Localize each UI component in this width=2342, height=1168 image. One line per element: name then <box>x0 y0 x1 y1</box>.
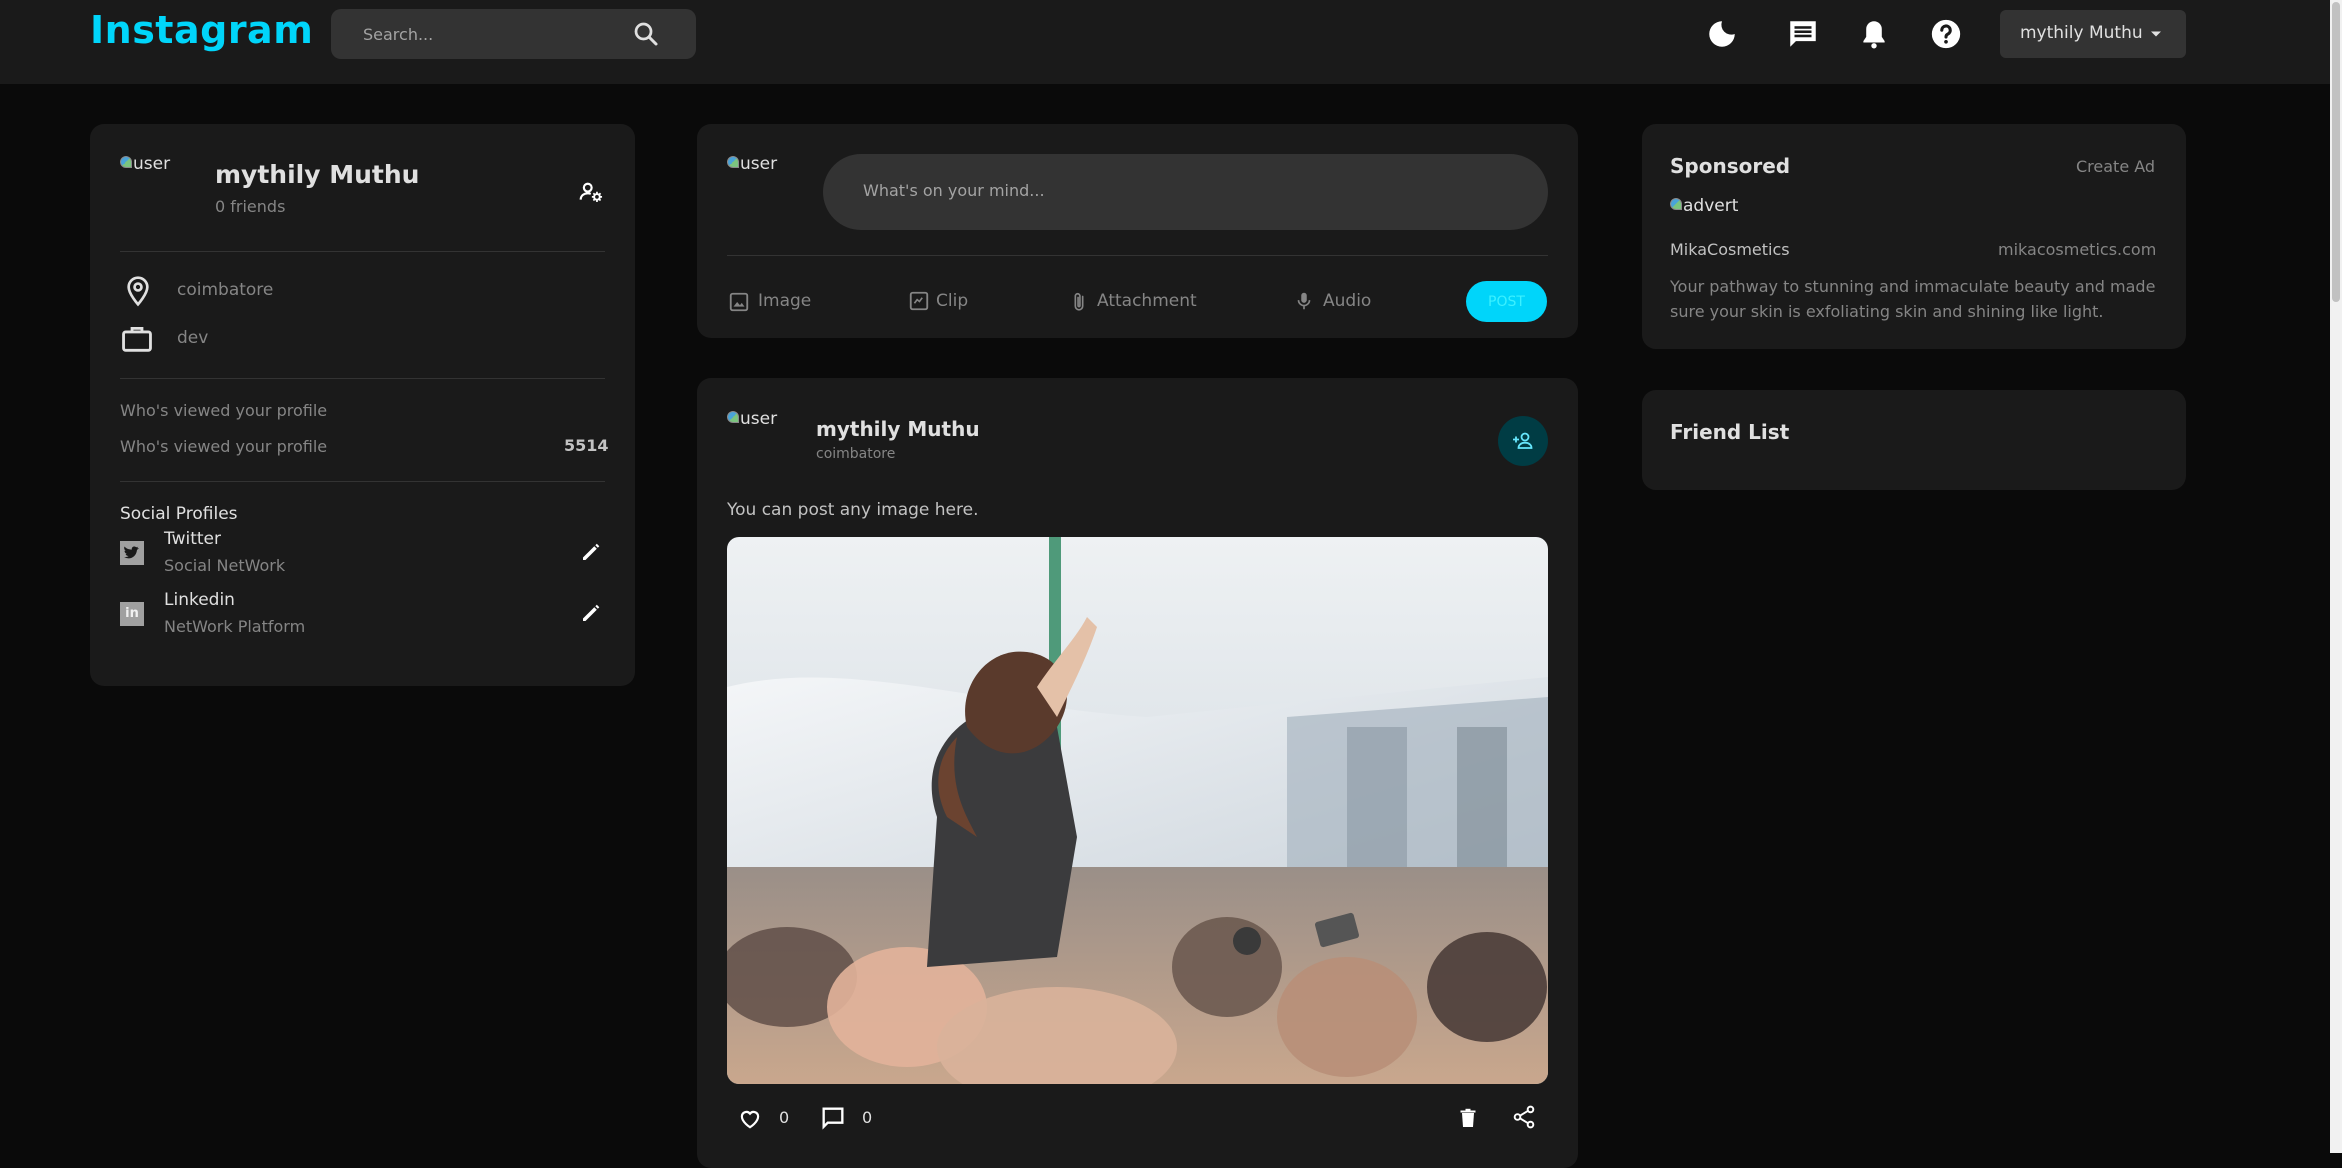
delete-icon[interactable] <box>1456 1106 1480 1130</box>
edit-twitter-icon[interactable] <box>579 540 603 564</box>
advert-brand: MikaCosmetics <box>1670 240 1790 259</box>
advert-image[interactable]: advert <box>1670 196 1738 216</box>
share-icon[interactable] <box>1511 1104 1537 1130</box>
linkedin-type: NetWork Platform <box>164 617 306 636</box>
person-add-icon <box>1513 432 1533 449</box>
add-friend-button[interactable] <box>1498 416 1548 466</box>
post-author-location: coimbatore <box>816 446 896 462</box>
advert-site[interactable]: mikacosmetics.com <box>1998 240 2156 259</box>
viewed-profile-label-2: Who's viewed your profile <box>120 437 328 456</box>
viewed-profile-count: 5514 <box>564 436 609 455</box>
social-profiles-title: Social Profiles <box>120 504 238 524</box>
viewed-profile-label-1: Who's viewed your profile <box>120 401 328 420</box>
profile-location: coimbatore <box>177 280 274 300</box>
user-menu-label: mythily Muthu <box>2020 23 2143 43</box>
user-menu-select[interactable]: mythily Muthu <box>2000 10 2186 58</box>
message-icon[interactable] <box>1786 17 1820 51</box>
location-icon <box>127 276 149 307</box>
comments-count: 0 <box>862 1108 873 1127</box>
edit-linkedin-icon[interactable] <box>579 601 603 625</box>
likes-count: 0 <box>779 1108 790 1127</box>
linkedin-label: Linkedin <box>164 590 235 610</box>
search-icon[interactable] <box>631 19 661 49</box>
attachment-icon <box>1074 292 1084 311</box>
profile-divider-1 <box>120 251 605 252</box>
help-icon[interactable] <box>1929 17 1963 51</box>
post-image[interactable] <box>727 537 1548 1084</box>
microphone-icon <box>1297 292 1311 310</box>
sponsored-title: Sponsored <box>1670 154 1791 178</box>
post-button[interactable]: POST <box>1466 281 1547 322</box>
image-action-label: Image <box>758 291 812 311</box>
work-icon <box>122 326 152 352</box>
post-author-avatar[interactable]: user <box>727 409 777 429</box>
linkedin-icon: in <box>120 602 144 626</box>
concert-crowd-photo <box>727 537 1548 1084</box>
profile-occupation: dev <box>177 328 209 348</box>
profile-name[interactable]: mythily Muthu <box>215 160 419 189</box>
chevron-down-icon <box>2151 31 2161 37</box>
brand-logo[interactable]: Instagram <box>90 8 313 52</box>
comment-icon <box>822 1107 844 1130</box>
composer-avatar: user <box>727 154 777 174</box>
create-ad-link[interactable]: Create Ad <box>2076 157 2155 176</box>
search-box <box>331 9 696 59</box>
twitter-type: Social NetWork <box>164 556 286 575</box>
image-icon <box>729 292 749 312</box>
heart-icon <box>740 1110 760 1129</box>
notification-icon[interactable] <box>1857 17 1891 51</box>
profile-avatar[interactable]: user <box>120 154 170 174</box>
manage-accounts-icon[interactable] <box>578 179 604 205</box>
gif-box-icon <box>909 291 929 311</box>
profile-divider-2 <box>120 378 605 379</box>
scrollbar-track[interactable] <box>2330 0 2342 1153</box>
whats-on-your-mind-input[interactable]: What's on your mind... <box>823 154 1548 230</box>
friend-list-title: Friend List <box>1670 420 1790 444</box>
audio-action-label: Audio <box>1323 291 1372 311</box>
post-description: You can post any image here. <box>727 500 979 520</box>
scrollbar-thumb[interactable] <box>2332 2 2340 302</box>
top-navbar: Instagram mythily Muthu <box>0 0 2330 84</box>
attachment-action-label: Attachment <box>1097 291 1197 311</box>
twitter-label: Twitter <box>164 529 221 549</box>
dark-mode-icon[interactable] <box>1705 17 1739 51</box>
advert-text-line-2: sure your skin is exfoliating skin and s… <box>1670 302 2104 321</box>
composer-divider <box>727 255 1548 256</box>
post-author-name[interactable]: mythily Muthu <box>816 417 980 441</box>
search-input[interactable] <box>361 9 641 59</box>
friends-count: 0 friends <box>215 197 286 216</box>
profile-divider-3 <box>120 481 605 482</box>
twitter-icon <box>120 541 144 565</box>
advert-text-line-1: Your pathway to stunning and immaculate … <box>1670 277 2156 296</box>
clip-action-label: Clip <box>936 291 969 311</box>
